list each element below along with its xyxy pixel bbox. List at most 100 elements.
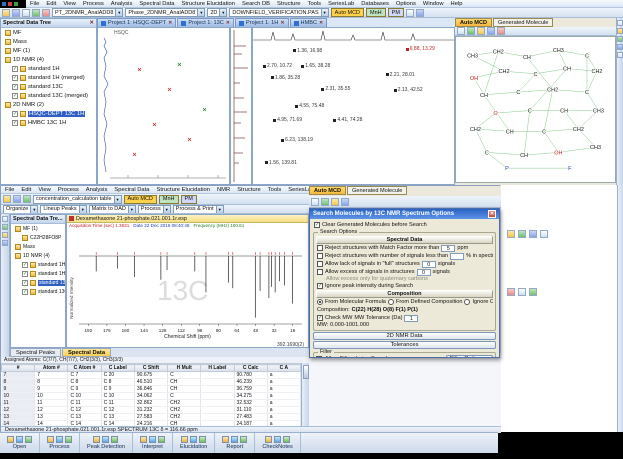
workflow-step[interactable]: Process — [40, 433, 80, 453]
menu-item[interactable]: View — [37, 187, 51, 193]
chevron-down-icon[interactable]: ▼ — [114, 196, 121, 203]
select-arrow-icon[interactable] — [311, 198, 319, 206]
tree-checkbox[interactable] — [22, 289, 28, 295]
scrollbar-thumb[interactable] — [303, 365, 309, 379]
menu-item[interactable]: Edit — [20, 187, 32, 193]
close-icon[interactable]: ✕ — [280, 20, 284, 26]
correlation-peak-label[interactable]: 1.65, 38.28 — [301, 63, 330, 69]
open-icon[interactable] — [2, 9, 10, 17]
correlation-peak-label[interactable]: 2.70, 10.72 — [263, 63, 292, 69]
menu-item[interactable]: Structure Elucidation — [155, 187, 211, 193]
macro-combo[interactable]: 2D▼ — [207, 8, 227, 17]
mode-button[interactable]: PM — [388, 8, 404, 17]
process-icon[interactable] — [32, 9, 40, 17]
workflow-step[interactable]: Peak Detection — [80, 433, 133, 453]
dialog-title-bar[interactable]: Search Molecules by 13C NMR Spectrum Opt… — [310, 209, 499, 219]
tree-item[interactable]: standard 1H — [11, 260, 65, 269]
menu-item[interactable]: Process — [57, 187, 80, 193]
mw-tolerance-value[interactable]: 1 — [404, 315, 418, 322]
ignore-intensity-checkbox[interactable] — [317, 283, 323, 289]
column-header[interactable]: H Mult — [168, 365, 201, 372]
zoom-icon[interactable] — [487, 27, 495, 35]
save-icon[interactable] — [13, 195, 21, 203]
column-header[interactable]: C Atom # — [68, 365, 101, 372]
tree-item[interactable]: Mass — [11, 242, 65, 251]
correlation-peak-label[interactable]: 2.13, 42.52 — [394, 87, 423, 93]
c13-trace-panel[interactable] — [230, 27, 252, 185]
close-icon[interactable]: ✕ — [168, 20, 172, 26]
chevron-down-icon[interactable]: ▼ — [163, 206, 170, 213]
excess-signals-checkbox[interactable] — [317, 269, 323, 275]
column-header[interactable]: Atom # — [35, 365, 68, 372]
reject-signals-row[interactable]: Reject structures with number of signals… — [316, 252, 493, 260]
menu-item[interactable]: Analysis — [110, 1, 134, 7]
lack-signals-value[interactable]: 0 — [422, 261, 436, 268]
draw-bond-icon[interactable] — [321, 198, 329, 206]
menu-item[interactable]: Databases — [360, 1, 390, 7]
correlation-peak-label[interactable]: 1.86, 35.28 — [271, 75, 300, 81]
menu-item[interactable]: Spectral Data — [113, 187, 150, 193]
tree-item[interactable]: 2D NMR (2) — [1, 100, 96, 109]
tree-checkbox[interactable] — [12, 111, 18, 117]
tree-checkbox[interactable] — [12, 75, 18, 81]
correlation-peak-label[interactable]: 4.95, 71.69 — [273, 117, 302, 123]
chevron-down-icon[interactable]: ▼ — [30, 206, 37, 213]
workflow-step[interactable]: Interpret — [133, 433, 173, 453]
macro-combo[interactable]: DOWNFIELD_VERIFICATION.PAS▼ — [229, 8, 328, 17]
tolerances-button[interactable]: Tolerances — [313, 341, 496, 349]
print-icon[interactable] — [22, 9, 30, 17]
process-icon[interactable] — [23, 195, 31, 203]
menu-item[interactable]: Spectral Data — [138, 1, 175, 7]
table-row[interactable]: 99C 9C 936.846CH36.759a — [2, 386, 301, 393]
chevron-down-icon[interactable]: ▼ — [79, 206, 86, 213]
menu-item[interactable]: Analysis — [85, 187, 109, 193]
menu-item[interactable]: File — [29, 1, 40, 7]
mcd-tab[interactable]: Auto MCD — [455, 18, 492, 27]
correlation-peak-label[interactable]: 2.31, 35.55 — [321, 86, 350, 92]
spectrum-panel[interactable]: Dexamethasone 21-phosphate.021.001.1r.es… — [66, 214, 309, 348]
tool-icon[interactable] — [2, 224, 8, 230]
search-icon[interactable] — [507, 288, 515, 296]
tool-icon[interactable] — [617, 20, 623, 26]
reject-match-checkbox[interactable] — [317, 245, 323, 251]
tree-item[interactable]: 1D NMR (4) — [1, 55, 96, 64]
mode-button[interactable]: PM — [181, 195, 197, 204]
atom-label-icon[interactable] — [477, 27, 485, 35]
close-icon[interactable]: ✕ — [488, 210, 496, 218]
menu-item[interactable]: SeriesLab — [287, 187, 309, 193]
tool-icon[interactable] — [617, 44, 623, 50]
table-combo[interactable]: concentration_calculation table ▼ — [33, 195, 122, 204]
chevron-down-icon[interactable]: ▼ — [219, 9, 226, 16]
column-header[interactable]: C Calc — [234, 365, 267, 372]
2d-nmr-data-button[interactable]: 2D NMR Data — [313, 332, 496, 340]
excess-signals-row[interactable]: Allow excess of signals in structures 0 … — [316, 268, 493, 276]
workflow-combo[interactable]: Matrix to DAD▼ — [89, 205, 136, 214]
column-header[interactable]: C Shift — [134, 365, 167, 372]
filter-options-button[interactable]: Filter Options... — [446, 355, 493, 358]
menu-item[interactable]: Edit — [45, 1, 57, 7]
menu-item[interactable]: Tools — [307, 1, 323, 7]
table-row[interactable]: 1212C 12C 1231.232CH231.110a — [2, 407, 301, 414]
tree-item[interactable]: MF (1) — [1, 46, 96, 55]
correlation-peak-label[interactable]: 4.55, 75.48 — [295, 103, 324, 109]
list-icon[interactable] — [540, 230, 548, 238]
tree-item[interactable]: MF (1) — [11, 224, 65, 233]
mode-button[interactable]: MnH — [366, 8, 386, 17]
workflow-combo[interactable]: Process & Print▼ — [173, 205, 224, 214]
chevron-down-icon[interactable]: ▼ — [128, 206, 135, 213]
tree-item[interactable]: standard 13C (merged) — [11, 287, 65, 296]
check-mw-checkbox[interactable] — [317, 315, 323, 321]
correlation-peak-label[interactable]: 1.36, 16.98 — [293, 48, 322, 54]
project-tab[interactable]: Project 1: 1H ✕ — [235, 18, 289, 27]
chevron-down-icon[interactable]: ▼ — [115, 9, 122, 16]
tree-checkbox[interactable] — [12, 66, 18, 72]
clear-icon[interactable] — [529, 288, 537, 296]
zoom-icon[interactable] — [406, 9, 414, 17]
tree-item[interactable]: standard 1H (merged) — [1, 73, 96, 82]
workflow-step[interactable]: Elucidation — [173, 433, 215, 453]
table-row[interactable]: 88C 8C 846.510CH46.239a — [2, 379, 301, 386]
ignore-composition-radio[interactable] — [464, 299, 470, 305]
excess-signals-value[interactable]: 0 — [417, 269, 431, 276]
workflow-combo[interactable]: Process▼ — [138, 205, 171, 214]
hsqc-dept-panel[interactable]: HSQC — [97, 27, 230, 185]
